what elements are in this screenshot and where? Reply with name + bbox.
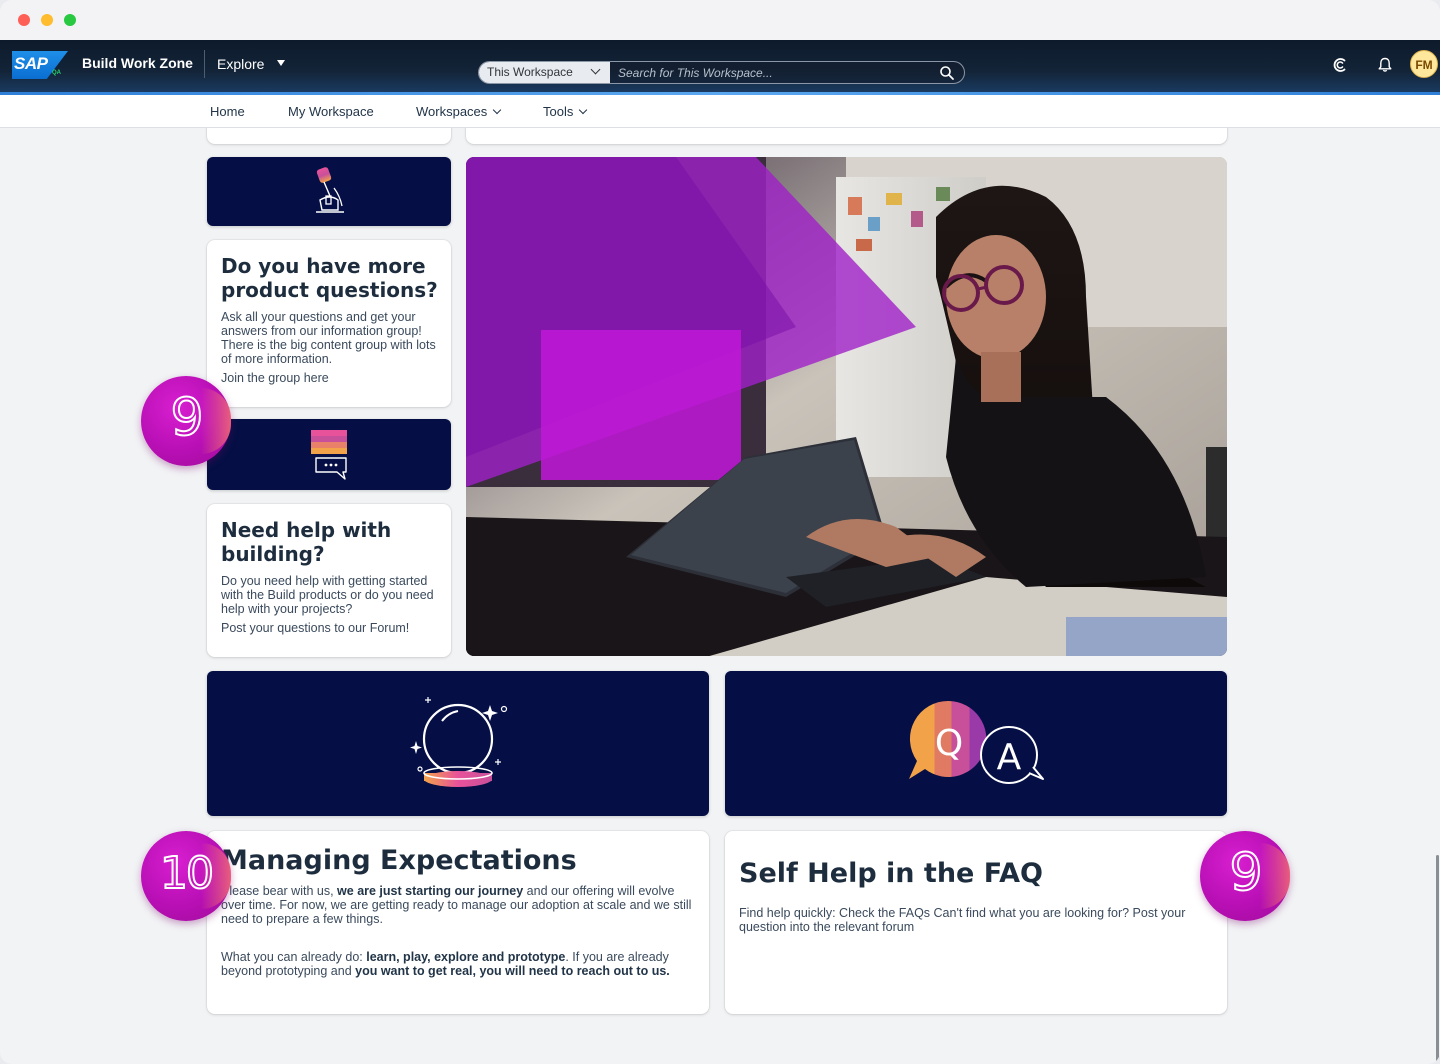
sap-logo-text: SAP — [14, 54, 48, 73]
nav-label: Workspaces — [416, 104, 488, 119]
forum-link[interactable]: Post your questions to our Forum! — [221, 621, 409, 635]
search-icon[interactable] — [939, 65, 955, 81]
expectations-banner — [207, 671, 709, 816]
shell-divider — [204, 50, 205, 78]
product-title[interactable]: Build Work Zone — [82, 55, 193, 71]
text-emphasis: learn, play, explore and prototype — [366, 950, 566, 964]
search-scope-label: This Workspace — [487, 65, 573, 79]
nav-item-tools[interactable]: Tools — [543, 104, 588, 119]
card-description: Ask all your questions and get your answ… — [221, 310, 436, 366]
product-questions-banner — [207, 157, 451, 226]
nav-label: Tools — [543, 104, 574, 119]
search-scope-select[interactable]: This Workspace — [479, 62, 610, 83]
nav-item-workspaces[interactable]: Workspaces — [416, 104, 502, 119]
system-tag: QA — [52, 70, 61, 76]
minimize-window-button[interactable] — [41, 14, 53, 26]
badge-number: 9 — [169, 387, 204, 449]
faq-card[interactable]: Self Help in the FAQ Find help quickly: … — [725, 831, 1227, 1014]
microphone-icon — [316, 167, 344, 213]
shell-bar: SAP QA Build Work Zone Explore This Work… — [0, 40, 1440, 95]
product-questions-card[interactable]: Do you have more product questions? Ask … — [207, 240, 451, 407]
nav-item-home[interactable]: Home — [210, 104, 245, 119]
chevron-down-icon — [493, 105, 502, 115]
step-badge: 9 — [1200, 831, 1290, 921]
chevron-down-icon — [590, 64, 601, 75]
notification-bell-icon[interactable] — [1376, 56, 1394, 74]
explore-menu[interactable]: Explore — [217, 56, 264, 72]
joule-icon[interactable] — [1331, 56, 1349, 74]
step-badge: 10 — [141, 831, 231, 921]
text-run: What you can already do: — [221, 950, 367, 964]
chat-bubble-icon — [311, 430, 347, 480]
window-titlebar — [0, 0, 1440, 40]
text-emphasis: we are just starting our journey — [337, 884, 524, 898]
badge-number: 9 — [1228, 842, 1263, 904]
hero-image — [466, 157, 1227, 656]
faq-banner: Q A — [725, 671, 1227, 816]
close-window-button[interactable] — [18, 14, 30, 26]
maximize-window-button[interactable] — [64, 14, 76, 26]
crystal-ball-icon — [410, 697, 508, 787]
expectations-paragraph-1: Please bear with us, we are just startin… — [221, 884, 699, 926]
need-help-card[interactable]: Need help with building? Do you need hel… — [207, 504, 451, 657]
card-description: Find help quickly: Check the FAQs Can't … — [739, 906, 1186, 934]
expectations-card[interactable]: Managing Expectations Please bear with u… — [207, 831, 709, 1014]
q-letter: Q — [935, 723, 963, 764]
chevron-down-icon — [579, 105, 588, 115]
card-title: Need help with building? — [221, 518, 392, 566]
card-description: Do you need help with getting started wi… — [221, 574, 434, 616]
text-run: Please bear with us, — [221, 884, 338, 898]
user-avatar[interactable]: FM — [1410, 50, 1438, 78]
search-input[interactable] — [618, 65, 918, 81]
search-bar: This Workspace — [478, 61, 965, 84]
nav-item-my-workspace[interactable]: My Workspace — [288, 104, 374, 119]
browser-window: SAP QA Build Work Zone Explore This Work… — [0, 0, 1440, 1064]
card-title: Self Help in the FAQ — [739, 858, 1043, 889]
expectations-paragraph-2: What you can already do: learn, play, ex… — [221, 950, 699, 978]
hero-illustration — [466, 157, 1227, 656]
a-letter: A — [997, 737, 1022, 778]
nav-label: Home — [210, 104, 245, 119]
qa-bubbles-icon: Q A — [909, 700, 1044, 784]
card-title: Do you have more product questions? — [221, 254, 438, 302]
text-emphasis: you want to get real, you will need to r… — [355, 964, 670, 978]
step-badge: 9 — [141, 376, 231, 466]
badge-number: 10 — [159, 847, 215, 900]
nav-label: My Workspace — [288, 104, 374, 119]
need-help-banner — [207, 419, 451, 490]
join-group-link[interactable]: Join the group here — [221, 371, 329, 385]
card-title: Managing Expectations — [221, 845, 577, 876]
caret-down-icon[interactable] — [277, 60, 285, 66]
vertical-scrollbar[interactable] — [1436, 855, 1439, 1064]
nav-overlay: Home My Workspace Workspaces Tools — [0, 95, 1440, 128]
